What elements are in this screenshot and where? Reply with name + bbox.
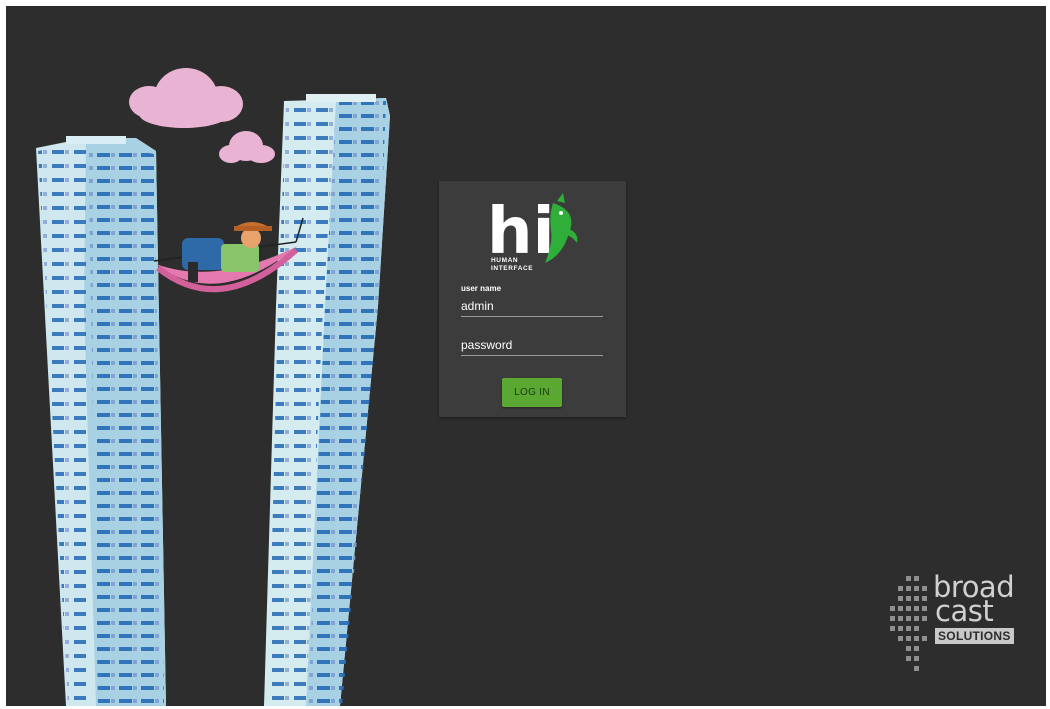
dot-grid-icon (890, 576, 927, 671)
password-field[interactable] (461, 334, 603, 356)
broadcast-solutions-logo: broad cast SOLUTIONS (884, 566, 1034, 678)
username-label: user name (461, 284, 502, 293)
brand-word-2: cast (935, 594, 994, 628)
username-field[interactable] (461, 295, 603, 317)
brand-badge: SOLUTIONS (935, 628, 1014, 644)
login-screen: hi HUMAN INTERFACE user name LOG IN (6, 6, 1046, 706)
cloud-large (129, 68, 243, 128)
left-tower (36, 136, 166, 706)
cloud-small (219, 131, 275, 163)
right-tower (264, 94, 390, 706)
logo-subtitle: HUMAN INTERFACE (491, 257, 533, 273)
login-panel: hi HUMAN INTERFACE user name LOG IN (439, 181, 626, 417)
towers-hammock-illustration (36, 68, 390, 706)
login-button[interactable]: LOG IN (502, 378, 562, 407)
logo-subtitle-line2: INTERFACE (491, 265, 534, 272)
logo-subtitle-line1: HUMAN (491, 257, 519, 264)
